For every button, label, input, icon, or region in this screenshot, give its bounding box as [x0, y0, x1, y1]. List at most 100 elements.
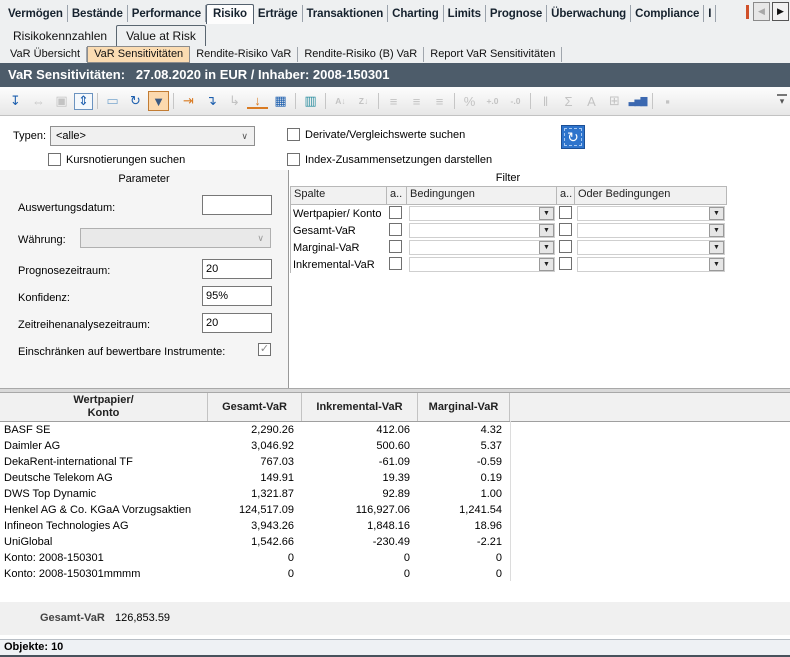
filter-or-condition-select[interactable]	[577, 257, 725, 272]
insert-chart-icon[interactable]: ▦	[270, 91, 291, 111]
prognosezeitraum-input[interactable]	[202, 259, 272, 279]
filter-header-spalte: Spalte	[291, 187, 387, 204]
menu-tab[interactable]: Bestände	[68, 5, 128, 22]
toolbar-separator	[97, 93, 98, 109]
cell-wertpapier: UniGlobal	[0, 536, 208, 548]
cell-gesamt-var: 0	[208, 552, 302, 564]
column-header-gesamt-var[interactable]: Gesamt-VaR	[208, 393, 302, 421]
sub-tab[interactable]: Risikokennzahlen	[4, 26, 116, 46]
sub-tab[interactable]: Value at Risk	[116, 25, 206, 46]
column-header-wertpapier-konto[interactable]: Wertpapier/ Konto	[0, 393, 208, 421]
restrict-instruments-checkbox[interactable]	[258, 343, 271, 356]
toolbar-separator	[652, 93, 653, 109]
column-width-icon: ‖	[535, 91, 556, 111]
filter-or-condition-select[interactable]	[577, 240, 725, 255]
filter-and-checkbox[interactable]	[389, 223, 402, 236]
view-tab-bar: VaR Übersicht VaR Sensitivitäten Rendite…	[0, 46, 790, 63]
toolbar-separator	[530, 93, 531, 109]
column-header-marginal-var[interactable]: Marginal-VaR	[418, 393, 510, 421]
filter-or-condition-select[interactable]	[577, 223, 725, 238]
filter-or-checkbox[interactable]	[559, 240, 572, 253]
menu-tab[interactable]: Prognose	[486, 5, 547, 22]
menu-tab[interactable]: Erträge	[254, 5, 303, 22]
filter-or-checkbox[interactable]	[559, 206, 572, 219]
cell-marginal-var: 4.32	[418, 424, 510, 436]
menu-tab[interactable]: Compliance	[631, 5, 704, 22]
save-report-icon[interactable]: ↧	[5, 91, 26, 111]
filter-and-checkbox[interactable]	[389, 240, 402, 253]
cell-wertpapier: Infineon Technologies AG	[0, 520, 208, 532]
filter-or-checkbox[interactable]	[559, 257, 572, 270]
filter-icon[interactable]: ▼	[148, 91, 169, 111]
menu-tab[interactable]: Limits	[444, 5, 486, 22]
column-header-inkremental-var[interactable]: Inkremental-VaR	[302, 393, 418, 421]
header-line: Wertpapier/	[73, 394, 133, 407]
result-table: Wertpapier/ Konto Gesamt-VaR Inkremental…	[0, 393, 790, 602]
refresh-icon[interactable]: ↻	[125, 91, 146, 111]
table-row[interactable]: Daimler AG 3,046.92 500.60 5.37	[0, 438, 790, 454]
filter-column-label: Marginal-VaR	[291, 242, 387, 254]
table-row[interactable]: Henkel AG & Co. KGaA Vorzugsaktien 124,5…	[0, 502, 790, 518]
sort-asc-icon: A↓	[330, 91, 351, 111]
cell-gesamt-var: 0	[208, 568, 302, 580]
tab-scroll-controls: ◀ ▶	[746, 2, 789, 21]
menu-tab[interactable]: Risiko	[206, 4, 254, 24]
table-row[interactable]: DekaRent-international TF 767.03 -61.09 …	[0, 454, 790, 470]
percent-icon: %	[459, 91, 480, 111]
menu-tab[interactable]: Charting	[388, 5, 443, 22]
filter-and-checkbox[interactable]	[389, 206, 402, 219]
align-right-icon: ≡	[429, 91, 450, 111]
view-tab[interactable]: Report VaR Sensitivitäten	[424, 47, 562, 62]
menu-tab[interactable]: Überwachung	[547, 5, 631, 22]
menu-tab[interactable]: Performance	[128, 5, 206, 22]
filter-and-checkbox[interactable]	[389, 257, 402, 270]
tab-scroll-right-button[interactable]: ▶	[772, 2, 789, 21]
typen-label: Typen:	[13, 130, 46, 142]
menu-tab[interactable]: Vermögen	[4, 5, 68, 22]
filter-condition-select[interactable]	[409, 257, 555, 272]
table-row[interactable]: Konto: 2008-150301mmmm 0 0 0	[0, 566, 790, 582]
cell-gesamt-var: 3,943.26	[208, 520, 302, 532]
view-tab[interactable]: VaR Sensitivitäten	[87, 46, 190, 63]
column-divider	[510, 421, 511, 581]
cell-marginal-var: 0.19	[418, 472, 510, 484]
table-row[interactable]: Deutsche Telekom AG 149.91 19.39 0.19	[0, 470, 790, 486]
view-tab[interactable]: VaR Übersicht	[4, 47, 87, 62]
table-row[interactable]: Infineon Technologies AG 3,943.26 1,848.…	[0, 518, 790, 534]
refresh-search-button[interactable]: ↻	[561, 125, 585, 149]
filter-title: Filter	[290, 172, 726, 184]
chart-icon[interactable]: ▃▅▇	[627, 91, 648, 111]
first-row-icon[interactable]: ⇥	[178, 91, 199, 111]
table-row[interactable]: DWS Top Dynamic 1,321.87 92.89 1.00	[0, 486, 790, 502]
cell-inkremental-var: 19.39	[302, 472, 418, 484]
index-checkbox[interactable]: Index-Zusammensetzungen darstellen	[287, 153, 492, 166]
fit-height-icon[interactable]: ⇕	[74, 93, 93, 110]
menu-tab[interactable]: Transaktionen	[303, 5, 389, 22]
table-row[interactable]: BASF SE 2,290.26 412.06 4.32	[0, 422, 790, 438]
table-row[interactable]: Konto: 2008-150301 0 0 0	[0, 550, 790, 566]
select-columns-icon[interactable]: ▥	[300, 91, 321, 111]
kursnotierungen-checkbox[interactable]: Kursnotierungen suchen	[48, 153, 185, 166]
new-window-icon[interactable]: ▭	[102, 91, 123, 111]
view-tab[interactable]: Rendite-Risiko VaR	[190, 47, 298, 62]
konfidenz-input[interactable]	[202, 286, 272, 306]
checkbox-box	[48, 153, 61, 166]
menu-tab[interactable]: I	[704, 5, 716, 22]
filter-condition-select[interactable]	[409, 240, 555, 255]
derivate-checkbox[interactable]: Derivate/Vergleichswerte suchen	[287, 128, 465, 141]
cell-wertpapier: Henkel AG & Co. KGaA Vorzugsaktien	[0, 504, 208, 516]
zeitreihenanalysezeitraum-input[interactable]	[202, 313, 272, 333]
auswertungsdatum-input[interactable]	[202, 195, 272, 215]
filter-or-checkbox[interactable]	[559, 223, 572, 236]
last-row-icon[interactable]: ↓	[247, 93, 268, 109]
insert-row-icon[interactable]: ↴	[201, 91, 222, 111]
filter-row: Gesamt-VaR	[291, 222, 727, 239]
filter-or-condition-select[interactable]	[577, 206, 725, 221]
filter-condition-select[interactable]	[409, 223, 555, 238]
toolbar-overflow-button[interactable]: ▾	[777, 94, 787, 105]
filter-condition-select[interactable]	[409, 206, 555, 221]
table-row[interactable]: UniGlobal 1,542.66 -230.49 -2.21	[0, 534, 790, 550]
filter-rows: Wertpapier/ Konto Gesamt-VaR	[291, 205, 727, 273]
view-tab[interactable]: Rendite-Risiko (B) VaR	[298, 47, 424, 62]
typen-select[interactable]: <alle>	[50, 126, 255, 146]
